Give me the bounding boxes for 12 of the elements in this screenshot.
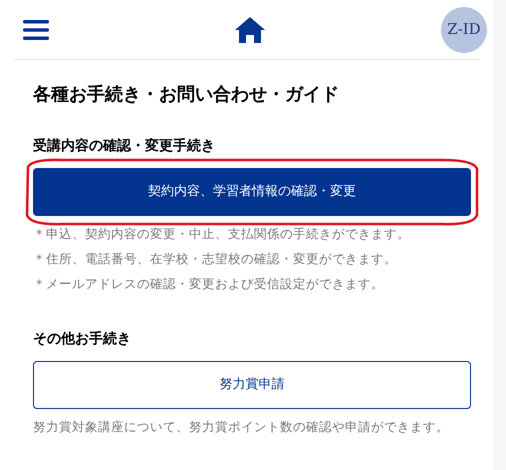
menu-icon[interactable]: [23, 18, 49, 40]
note-text: ＊メールアドレスの確認・変更および受信設定ができます。: [33, 275, 385, 293]
section-heading: その他お手続き: [33, 330, 132, 349]
page-title: 各種お手続き・お問い合わせ・ガイド: [33, 83, 340, 107]
action-button[interactable]: 契約内容、学習者情報の確認・変更: [33, 168, 471, 216]
home-icon[interactable]: [234, 16, 266, 44]
note-text: 努力賞対象講座について、努力賞ポイント数の確認や申請ができます。: [33, 418, 450, 436]
section-heading: 受講内容の確認・変更手続き: [33, 136, 216, 156]
avatar[interactable]: Z-ID: [441, 6, 487, 52]
action-button[interactable]: 努力賞申請: [33, 361, 471, 409]
note-text: ＊住所、電話番号、在学校・志望校の確認・変更ができます。: [33, 250, 398, 268]
note-text: ＊申込、契約内容の変更・中止、支払関係の手続きができます。: [33, 225, 411, 243]
